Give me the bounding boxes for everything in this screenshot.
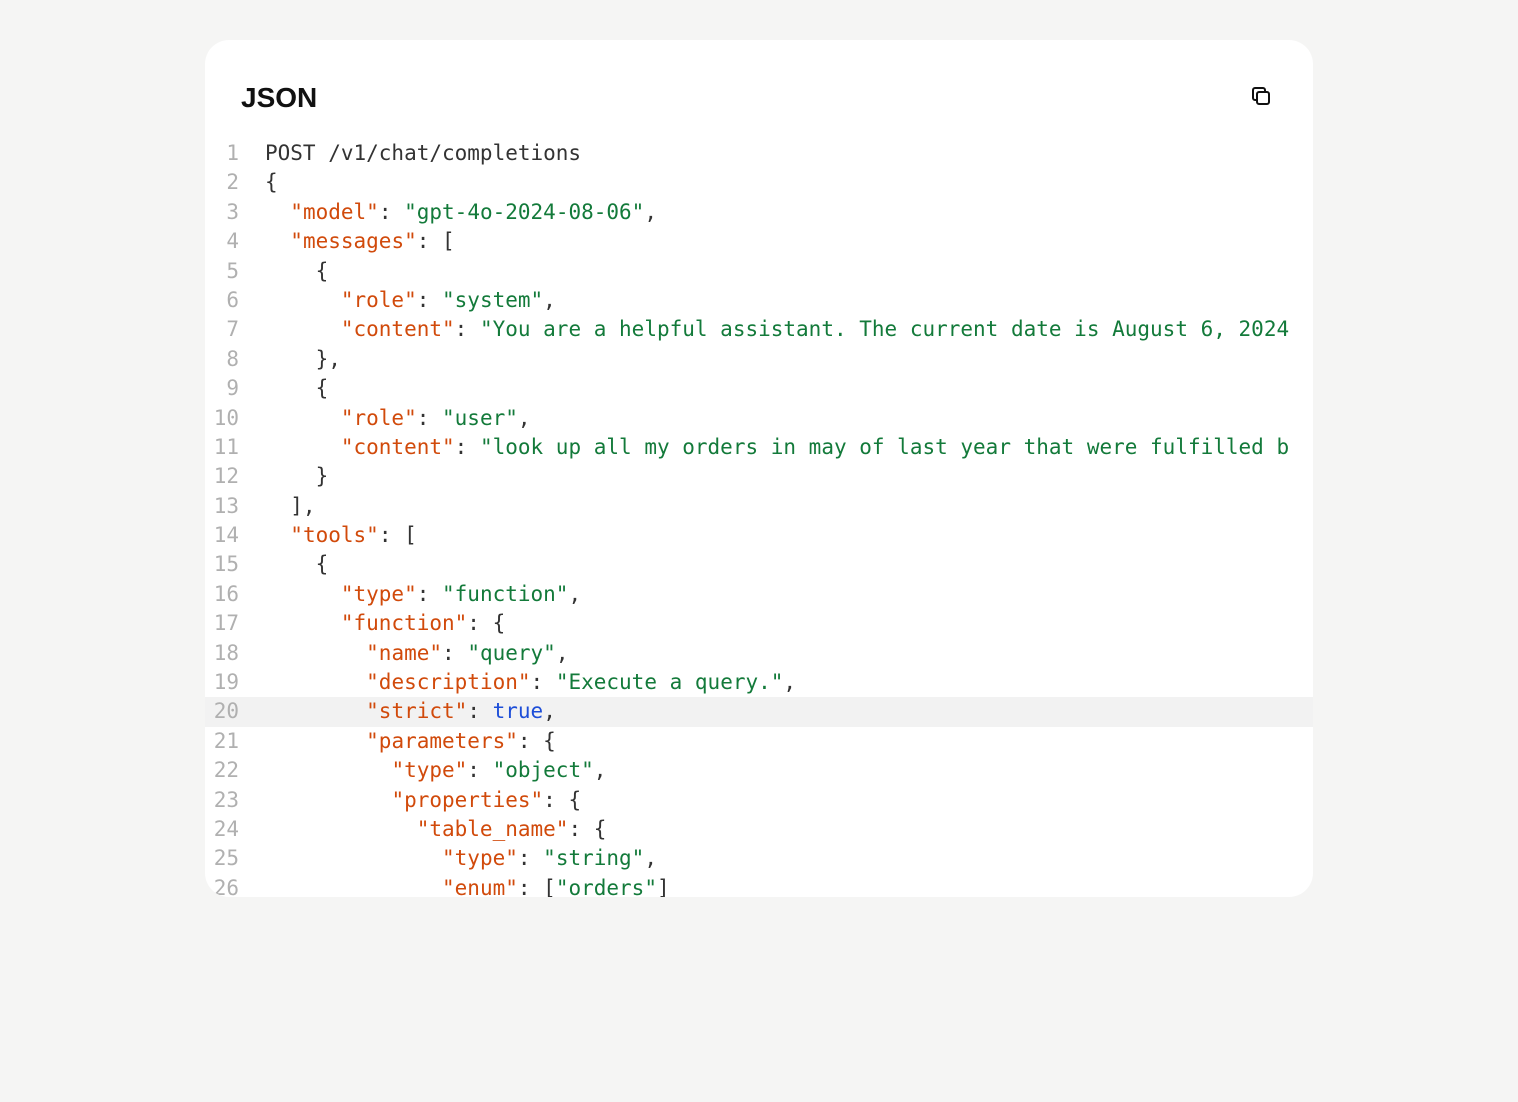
code-line: 25 "type": "string", <box>205 844 1313 873</box>
code-line: 26 "enum": ["orders"] <box>205 874 1313 897</box>
code-block[interactable]: 1POST /v1/chat/completions2{3 "model": "… <box>205 139 1313 897</box>
line-number: 4 <box>205 227 265 256</box>
line-number: 15 <box>205 550 265 579</box>
code-line: 22 "type": "object", <box>205 756 1313 785</box>
line-number: 17 <box>205 609 265 638</box>
line-number: 21 <box>205 727 265 756</box>
code-line: 13 ], <box>205 492 1313 521</box>
line-content: "role": "user", <box>265 404 1313 433</box>
line-content: { <box>265 168 1313 197</box>
code-line: 20 "strict": true, <box>205 697 1313 726</box>
line-content: "content": "You are a helpful assistant.… <box>265 315 1313 344</box>
code-line: 8 }, <box>205 345 1313 374</box>
line-content: "model": "gpt-4o-2024-08-06", <box>265 198 1313 227</box>
line-content: "table_name": { <box>265 815 1313 844</box>
line-number: 2 <box>205 168 265 197</box>
line-number: 20 <box>205 697 265 726</box>
code-line: 3 "model": "gpt-4o-2024-08-06", <box>205 198 1313 227</box>
code-line: 6 "role": "system", <box>205 286 1313 315</box>
line-number: 6 <box>205 286 265 315</box>
line-number: 19 <box>205 668 265 697</box>
code-line: 1POST /v1/chat/completions <box>205 139 1313 168</box>
code-line: 21 "parameters": { <box>205 727 1313 756</box>
line-content: "tools": [ <box>265 521 1313 550</box>
code-line: 5 { <box>205 257 1313 286</box>
copy-icon <box>1249 84 1273 111</box>
line-content: "properties": { <box>265 786 1313 815</box>
line-number: 18 <box>205 639 265 668</box>
line-number: 16 <box>205 580 265 609</box>
line-content: "enum": ["orders"] <box>265 874 1313 897</box>
line-number: 12 <box>205 462 265 491</box>
code-line: 16 "type": "function", <box>205 580 1313 609</box>
line-number: 26 <box>205 874 265 897</box>
code-line: 19 "description": "Execute a query.", <box>205 668 1313 697</box>
code-line: 12 } <box>205 462 1313 491</box>
line-content: "role": "system", <box>265 286 1313 315</box>
line-number: 1 <box>205 139 265 168</box>
line-number: 25 <box>205 844 265 873</box>
code-line: 17 "function": { <box>205 609 1313 638</box>
line-content: "type": "string", <box>265 844 1313 873</box>
line-content: "content": "look up all my orders in may… <box>265 433 1313 462</box>
card-title: JSON <box>241 82 317 114</box>
line-content: "parameters": { <box>265 727 1313 756</box>
line-number: 7 <box>205 315 265 344</box>
line-number: 3 <box>205 198 265 227</box>
code-line: 18 "name": "query", <box>205 639 1313 668</box>
code-card: JSON 1POST /v1/chat/completions2{3 "mode… <box>205 40 1313 897</box>
line-content: "type": "function", <box>265 580 1313 609</box>
line-number: 22 <box>205 756 265 785</box>
line-content: "strict": true, <box>265 697 1313 726</box>
code-line: 2{ <box>205 168 1313 197</box>
line-number: 9 <box>205 374 265 403</box>
line-number: 5 <box>205 257 265 286</box>
code-line: 4 "messages": [ <box>205 227 1313 256</box>
line-content: { <box>265 257 1313 286</box>
copy-button[interactable] <box>1245 80 1277 115</box>
line-content: "function": { <box>265 609 1313 638</box>
line-content: ], <box>265 492 1313 521</box>
code-line: 7 "content": "You are a helpful assistan… <box>205 315 1313 344</box>
line-number: 13 <box>205 492 265 521</box>
line-number: 8 <box>205 345 265 374</box>
line-content: "type": "object", <box>265 756 1313 785</box>
line-number: 24 <box>205 815 265 844</box>
line-content: } <box>265 462 1313 491</box>
code-line: 9 { <box>205 374 1313 403</box>
line-content: }, <box>265 345 1313 374</box>
line-number: 10 <box>205 404 265 433</box>
code-line: 24 "table_name": { <box>205 815 1313 844</box>
line-content: { <box>265 550 1313 579</box>
line-number: 14 <box>205 521 265 550</box>
line-number: 11 <box>205 433 265 462</box>
code-line: 10 "role": "user", <box>205 404 1313 433</box>
code-line: 15 { <box>205 550 1313 579</box>
code-line: 11 "content": "look up all my orders in … <box>205 433 1313 462</box>
line-content: { <box>265 374 1313 403</box>
line-content: "description": "Execute a query.", <box>265 668 1313 697</box>
line-content: "messages": [ <box>265 227 1313 256</box>
line-content: "name": "query", <box>265 639 1313 668</box>
line-content: POST /v1/chat/completions <box>265 139 1313 168</box>
code-line: 23 "properties": { <box>205 786 1313 815</box>
card-header: JSON <box>205 80 1313 139</box>
line-number: 23 <box>205 786 265 815</box>
code-line: 14 "tools": [ <box>205 521 1313 550</box>
